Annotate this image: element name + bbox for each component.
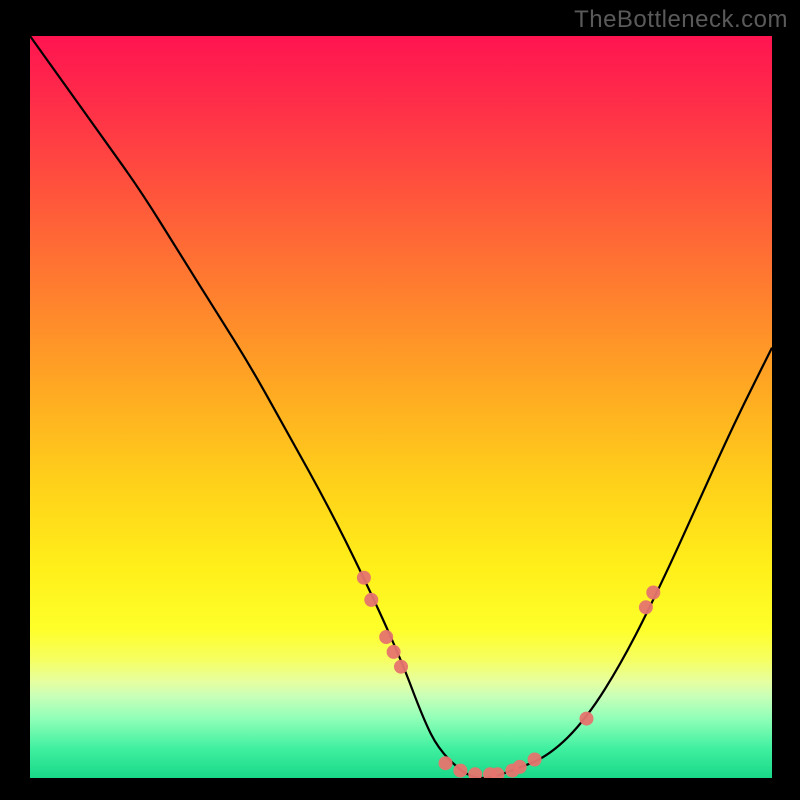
curve-marker: [394, 660, 408, 674]
curve-marker: [646, 586, 660, 600]
curve-marker: [357, 571, 371, 585]
curve-marker: [468, 767, 482, 778]
curve-marker: [387, 645, 401, 659]
curve-marker: [639, 600, 653, 614]
curve-marker: [580, 712, 594, 726]
curve-marker: [453, 764, 467, 778]
bottleneck-curve: [30, 36, 772, 778]
watermark-text: TheBottleneck.com: [574, 6, 788, 34]
curve-marker: [513, 760, 527, 774]
curve-marker: [528, 753, 542, 767]
curve-marker: [379, 630, 393, 644]
chart-frame: TheBottleneck.com: [0, 0, 800, 800]
curve-marker: [364, 593, 378, 607]
curve-marker: [439, 756, 453, 770]
plot-area: [30, 36, 772, 778]
